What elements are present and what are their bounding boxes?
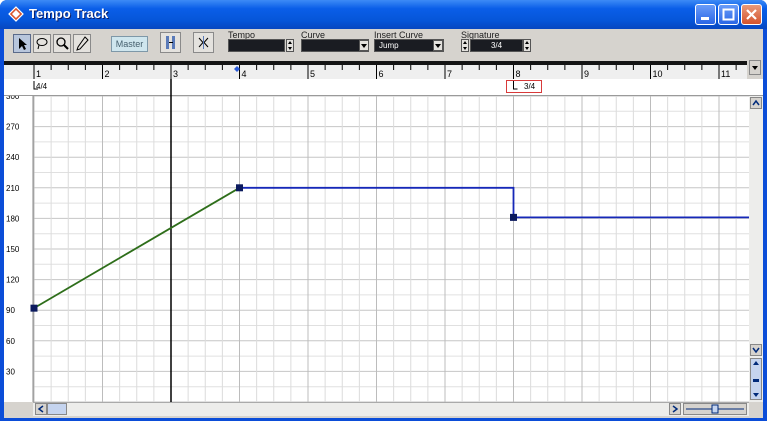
horizontal-zoom-slider[interactable] xyxy=(683,403,747,415)
remove-bars-icon xyxy=(198,36,209,49)
minimize-button[interactable] xyxy=(695,4,716,25)
zoom-tool-button[interactable] xyxy=(53,34,71,53)
stepper-icon xyxy=(288,41,292,50)
window-client-area: Master Tempo Curve Insert Curve Jump Sig… xyxy=(4,29,767,418)
chevron-left-icon xyxy=(37,405,44,413)
ruler-bar-label: 10 xyxy=(653,69,663,79)
tempo-tick-label: 270 xyxy=(6,123,20,132)
stepper-icon xyxy=(525,41,529,50)
lasso-icon xyxy=(36,38,48,50)
curve-dropdown-button[interactable] xyxy=(359,40,369,51)
chevron-right-icon xyxy=(672,405,679,413)
signature-lane-lines xyxy=(33,79,518,96)
insert-bar-button[interactable] xyxy=(160,32,181,53)
ruler-bar-label: 6 xyxy=(379,69,384,79)
title-bar[interactable]: Tempo Track xyxy=(0,0,767,29)
signature-lane[interactable]: 4/4 3/4 xyxy=(4,79,763,96)
tempo-chart[interactable]: 300 270 240 210 180 150 120 90 60 30 xyxy=(4,92,767,403)
tempo-tick-label: 60 xyxy=(6,337,15,346)
zoom-slider-thumb-icon xyxy=(686,404,744,414)
scroll-right-button[interactable] xyxy=(669,403,681,415)
ruler-bar-label: 2 xyxy=(105,69,110,79)
insert-bars-icon xyxy=(166,36,175,49)
magnifier-icon xyxy=(56,37,69,50)
master-button[interactable]: Master xyxy=(111,36,148,52)
tempo-point[interactable] xyxy=(30,304,38,312)
pencil-icon xyxy=(76,36,89,51)
cubase-logo-icon xyxy=(8,6,24,22)
signature-marker[interactable]: 4/4 xyxy=(36,82,47,91)
tempo-tick-label: 240 xyxy=(6,153,20,162)
insert-curve-dropdown-button[interactable] xyxy=(433,40,443,51)
tempo-tick-label: 30 xyxy=(6,367,15,376)
tempo-point[interactable] xyxy=(510,213,517,221)
horizontal-scrollbar[interactable] xyxy=(33,402,749,416)
signature-marker[interactable]: 3/4 xyxy=(524,82,535,91)
tempo-field[interactable] xyxy=(228,39,285,52)
ruler-bar-label: 11 xyxy=(721,69,730,79)
tempo-track-window: Tempo Track Master Tempo Curve Insert Cu… xyxy=(0,0,767,421)
tempo-tick-label: 120 xyxy=(6,276,20,285)
tempo-tick-label: 210 xyxy=(6,184,20,193)
signature-denominator-stepper[interactable] xyxy=(523,39,531,52)
delete-bar-button[interactable] xyxy=(193,32,214,53)
ruler-menu-button[interactable] xyxy=(749,60,761,75)
scrollbar-corner xyxy=(4,402,33,416)
maximize-button[interactable] xyxy=(718,4,739,25)
scroll-up-button[interactable] xyxy=(750,97,762,109)
tempo-point[interactable] xyxy=(236,184,243,192)
chevron-down-icon xyxy=(435,44,441,48)
scroll-down-button[interactable] xyxy=(750,344,762,356)
ruler-bar-label: 1 xyxy=(36,69,41,79)
minimize-icon xyxy=(701,17,709,20)
close-icon xyxy=(746,9,757,20)
tempo-tick-label: 90 xyxy=(6,306,15,315)
ruler-bar-label: 9 xyxy=(584,69,589,79)
lasso-tool-button[interactable] xyxy=(33,34,51,53)
arrow-icon xyxy=(19,38,27,50)
toolbar: Master Tempo Curve Insert Curve Jump Sig… xyxy=(4,29,763,60)
tempo-tick-label: 300 xyxy=(6,96,20,101)
scroll-left-button[interactable] xyxy=(35,403,47,415)
tempo-stepper[interactable] xyxy=(286,39,294,52)
chevron-down-icon xyxy=(361,44,367,48)
signature-field[interactable]: 3/4 xyxy=(470,39,523,52)
signature-numerator-stepper[interactable] xyxy=(461,39,469,52)
draw-tool-button[interactable] xyxy=(73,34,91,53)
window-title: Tempo Track xyxy=(29,6,109,21)
tempo-curve-jump[interactable] xyxy=(239,186,767,219)
vertical-scrollbar[interactable] xyxy=(749,96,763,402)
bar-ruler[interactable]: 123456789101112 xyxy=(4,61,747,79)
horizontal-scroll-thumb[interactable] xyxy=(47,403,67,415)
chevron-down-icon xyxy=(752,66,758,70)
zoom-slider-thumb-icon xyxy=(753,361,759,397)
close-button[interactable] xyxy=(741,4,762,25)
ruler-bar-label: 7 xyxy=(447,69,452,79)
maximize-icon xyxy=(722,8,735,21)
ruler-bar-label: 5 xyxy=(310,69,315,79)
ruler-scale: 123456789101112 xyxy=(33,65,737,79)
tempo-tick-label: 150 xyxy=(6,245,20,254)
ruler-bar-label: 4 xyxy=(242,69,247,79)
chevron-up-icon xyxy=(752,99,760,106)
zoom-slider[interactable] xyxy=(750,358,762,400)
ruler-bar-label: 3 xyxy=(173,69,178,79)
ruler-bar-label: 8 xyxy=(516,69,521,79)
tempo-tick-label: 180 xyxy=(6,214,20,223)
tempo-graph[interactable]: 300 270 240 210 180 150 120 90 60 30 xyxy=(4,92,767,403)
chevron-down-icon xyxy=(752,347,760,354)
stepper-icon xyxy=(463,41,467,50)
arrow-tool-button[interactable] xyxy=(13,34,31,53)
